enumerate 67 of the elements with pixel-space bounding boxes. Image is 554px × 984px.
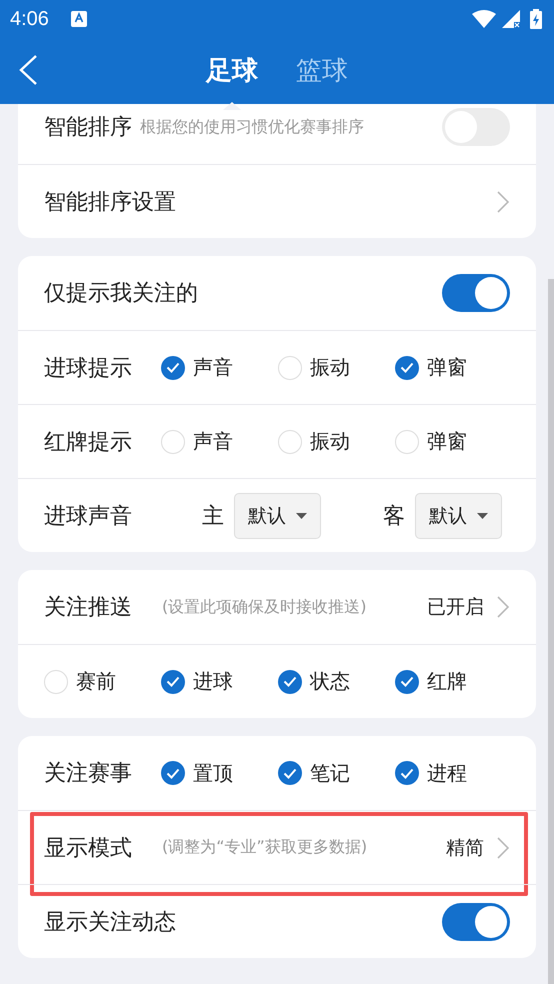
setting-value: 已开启: [427, 595, 484, 620]
option-label: 置顶: [193, 760, 233, 786]
keyboard-icon: [70, 11, 87, 27]
wifi-icon: [472, 10, 496, 28]
checkbox[interactable]: [161, 356, 185, 380]
option-label: 振动: [310, 354, 350, 381]
option-label: 进球: [193, 668, 233, 695]
toggle-switch[interactable]: [442, 274, 510, 312]
signal-icon: [502, 10, 520, 28]
sport-tab[interactable]: 足球: [206, 51, 258, 91]
chevron-right-icon: [496, 836, 510, 860]
setting-label: 智能排序设置: [44, 188, 176, 216]
check-icon: [400, 768, 414, 778]
checkbox[interactable]: [395, 761, 419, 785]
checkbox[interactable]: [161, 761, 185, 785]
option-label: 笔记: [310, 760, 350, 786]
check-icon: [166, 676, 180, 687]
check-icon: [166, 768, 180, 778]
away-sound-dropdown[interactable]: 默认: [415, 492, 502, 538]
check-icon: [283, 768, 297, 778]
checkbox[interactable]: [161, 430, 185, 454]
option-label: 振动: [310, 428, 350, 455]
check-icon: [283, 676, 297, 687]
setting-value: 精简: [446, 836, 484, 860]
home-label: 主: [202, 502, 224, 530]
setting-label: 智能排序: [44, 114, 132, 142]
setting-hint: 根据您的使用习惯优化赛事排序: [140, 116, 364, 138]
setting-label: 关注推送: [44, 594, 132, 622]
option-label: 声音: [193, 354, 233, 381]
away-label: 客: [383, 502, 405, 530]
row-label: 红牌提示: [44, 428, 133, 456]
check-icon: [166, 362, 180, 373]
checkbox[interactable]: [278, 670, 302, 694]
status-time: 4:06: [10, 8, 49, 30]
option-label: 红牌: [427, 668, 467, 695]
check-icon: [400, 676, 414, 687]
checkbox[interactable]: [161, 670, 185, 694]
check-icon: [400, 362, 414, 373]
option-label: 弹窗: [427, 428, 467, 455]
pointer-icon: [223, 102, 241, 110]
row-label: 关注赛事: [44, 760, 133, 788]
caret-down-icon: [296, 512, 307, 518]
chevron-right-icon: [496, 595, 510, 619]
setting-label: 显示关注动态: [44, 908, 176, 936]
checkbox[interactable]: [278, 430, 302, 454]
checkbox[interactable]: [278, 761, 302, 785]
row-label: 进球提示: [44, 354, 133, 382]
option-label: 弹窗: [427, 354, 467, 381]
checkbox[interactable]: [395, 356, 419, 380]
checkbox[interactable]: [278, 356, 302, 380]
setting-hint: (设置此项确保及时接收推送): [162, 596, 366, 618]
option-label: 状态: [310, 668, 350, 695]
setting-label: 进球声音: [44, 502, 132, 530]
checkbox[interactable]: [395, 670, 419, 694]
checkbox[interactable]: [395, 430, 419, 454]
caret-down-icon: [477, 512, 488, 518]
setting-label: 显示模式: [44, 834, 132, 862]
home-sound-dropdown[interactable]: 默认: [234, 492, 321, 538]
option-label: 进程: [427, 760, 467, 786]
toggle-switch[interactable]: [442, 902, 510, 940]
chevron-right-icon: [496, 190, 510, 214]
setting-label: 仅提示我关注的: [44, 280, 198, 308]
option-label: 声音: [193, 428, 233, 455]
checkbox[interactable]: [44, 670, 68, 694]
battery-icon: [530, 9, 542, 29]
setting-hint: (调整为“专业”获取更多数据): [162, 837, 368, 858]
option-label: 赛前: [76, 668, 116, 695]
